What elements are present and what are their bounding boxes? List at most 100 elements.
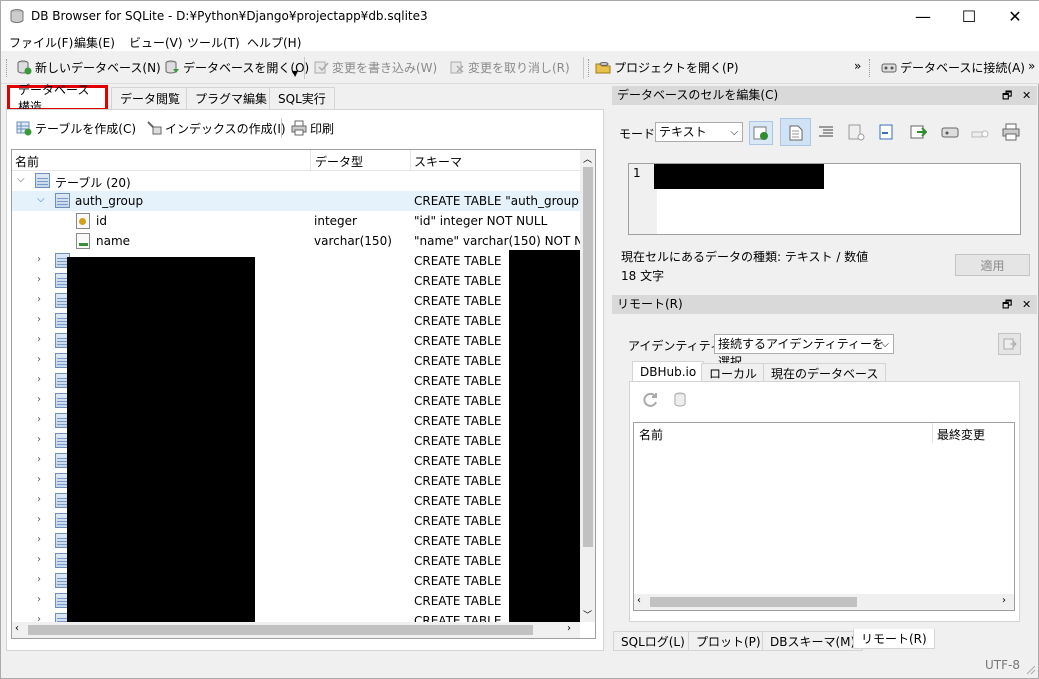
open-database-button[interactable]: データベースを開く(O) bbox=[164, 58, 309, 76]
new-database-button[interactable]: 新しいデータベース(N) bbox=[16, 58, 161, 76]
scroll-down-icon[interactable]: ﹀ bbox=[583, 608, 592, 621]
chevron-right-icon[interactable]: › bbox=[37, 514, 41, 525]
menu-edit[interactable]: 編集(E) bbox=[74, 34, 115, 51]
tab-edit-pragmas[interactable]: プラグマ編集 bbox=[186, 87, 277, 109]
open-project-button[interactable]: プロジェクトを開く(P) bbox=[595, 58, 739, 76]
revert-changes-button[interactable]: 変更を取り消し(R) bbox=[449, 58, 570, 76]
chevron-down-icon[interactable]: ⌵ bbox=[37, 194, 45, 205]
scrollbar-thumb[interactable] bbox=[650, 597, 857, 607]
create-index-button[interactable]: インデックスの作成(I) bbox=[146, 119, 286, 137]
toolbar-overflow-button[interactable]: » bbox=[854, 59, 861, 73]
schema-tree[interactable]: 名前 データ型 スキーマ ⌵ テーブル (20) ⌵ auth_group CR… bbox=[11, 149, 596, 639]
chevron-right-icon[interactable]: › bbox=[37, 554, 41, 565]
scrollbar-thumb[interactable] bbox=[28, 625, 533, 635]
toolbar-overflow-button-2[interactable]: » bbox=[1028, 59, 1035, 73]
menu-view[interactable]: ビュー(V) bbox=[129, 34, 183, 51]
chevron-right-icon[interactable]: › bbox=[37, 314, 41, 325]
tab-sql-log[interactable]: SQLログ(L) bbox=[613, 631, 693, 651]
tree-row-field[interactable]: name varchar(150) "name" varchar(150) NO… bbox=[12, 231, 592, 251]
tab-current-database[interactable]: 現在のデータベース bbox=[763, 363, 887, 383]
auto-switch-mode-button[interactable] bbox=[749, 121, 773, 145]
chevron-right-icon[interactable]: › bbox=[37, 354, 41, 365]
open-external-icon[interactable] bbox=[941, 123, 959, 141]
column-header-schema[interactable]: スキーマ bbox=[414, 153, 462, 170]
clone-button[interactable] bbox=[998, 333, 1021, 355]
column-header-last-modified[interactable]: 最終変更 bbox=[937, 426, 985, 443]
column-header-name[interactable]: 名前 bbox=[15, 153, 39, 170]
tab-dbhub[interactable]: DBHub.io bbox=[632, 361, 705, 381]
scroll-left-icon[interactable]: ‹ bbox=[637, 595, 641, 606]
write-changes-button[interactable]: 変更を書き込み(W) bbox=[313, 58, 437, 76]
tree-row-auth-group[interactable]: ⌵ auth_group CREATE TABLE "auth_group" bbox=[12, 191, 584, 211]
key-field-icon bbox=[76, 213, 90, 229]
table-schema: CREATE TABLE bbox=[414, 414, 502, 428]
printer-icon[interactable] bbox=[1002, 123, 1020, 141]
cell-editor[interactable]: 1 bbox=[628, 163, 1021, 235]
minimize-button[interactable]: — bbox=[900, 1, 946, 32]
chevron-right-icon[interactable]: › bbox=[37, 274, 41, 285]
apply-button[interactable]: 適用 bbox=[955, 254, 1030, 276]
refresh-icon[interactable] bbox=[641, 391, 659, 409]
column-header-name[interactable]: 名前 bbox=[639, 426, 663, 443]
chevron-right-icon[interactable]: › bbox=[37, 334, 41, 345]
close-icon[interactable]: ✕ bbox=[1022, 86, 1031, 105]
tab-db-schema[interactable]: DBスキーマ(M) bbox=[762, 631, 864, 651]
column-header-type[interactable]: データ型 bbox=[315, 153, 363, 170]
indent-icon[interactable] bbox=[818, 124, 834, 140]
print-button[interactable]: 印刷 bbox=[291, 119, 334, 137]
vertical-scrollbar[interactable]: ︿ ﹀ bbox=[580, 150, 595, 622]
word-wrap-button[interactable] bbox=[780, 118, 811, 146]
remote-file-list[interactable]: 名前 最終変更 ‹ › bbox=[633, 422, 1015, 611]
scrollbar-thumb[interactable] bbox=[583, 167, 593, 547]
chevron-right-icon[interactable]: › bbox=[37, 394, 41, 405]
float-icon[interactable]: 🗗 bbox=[1002, 86, 1012, 105]
scroll-right-icon[interactable]: › bbox=[1002, 595, 1006, 606]
chevron-right-icon[interactable]: › bbox=[37, 594, 41, 605]
import-icon[interactable] bbox=[878, 123, 896, 141]
close-button[interactable]: ✕ bbox=[992, 1, 1038, 32]
tree-row-tables[interactable]: ⌵ テーブル (20) bbox=[12, 171, 580, 191]
menu-help[interactable]: ヘルプ(H) bbox=[247, 34, 301, 51]
menu-file[interactable]: ファイル(F) bbox=[9, 34, 73, 51]
horizontal-scrollbar[interactable]: ‹ › bbox=[12, 622, 580, 638]
chevron-right-icon[interactable]: › bbox=[37, 574, 41, 585]
toolbar-grip[interactable] bbox=[588, 59, 591, 77]
open-dropdown-icon[interactable]: ▼ bbox=[292, 69, 298, 78]
chevron-right-icon[interactable]: › bbox=[37, 374, 41, 385]
scroll-right-icon[interactable]: › bbox=[567, 623, 571, 634]
chevron-right-icon[interactable]: › bbox=[37, 454, 41, 465]
menu-tools[interactable]: ツール(T) bbox=[187, 34, 240, 51]
close-icon[interactable]: ✕ bbox=[1022, 295, 1031, 314]
connect-database-button[interactable]: データベースに接続(A) bbox=[881, 58, 1025, 76]
resize-grip-icon[interactable] bbox=[1026, 665, 1036, 675]
scroll-left-icon[interactable]: ‹ bbox=[15, 623, 19, 634]
mode-select[interactable]: テキスト ⌵ bbox=[655, 122, 743, 142]
clone-database-icon[interactable] bbox=[672, 391, 690, 409]
toolbar-grip[interactable] bbox=[6, 59, 9, 77]
identity-select[interactable]: 接続するアイデンティティーを選択 ⌵ bbox=[714, 334, 894, 369]
scroll-up-icon[interactable]: ︿ bbox=[583, 152, 592, 165]
tab-local[interactable]: ローカル bbox=[701, 363, 766, 383]
chevron-right-icon[interactable]: › bbox=[37, 254, 41, 265]
chevron-right-icon[interactable]: › bbox=[37, 474, 41, 485]
tab-browse-data[interactable]: データ閲覧 bbox=[111, 87, 190, 109]
chevron-right-icon[interactable]: › bbox=[37, 414, 41, 425]
create-table-button[interactable]: テーブルを作成(C) bbox=[16, 119, 136, 137]
clear-icon[interactable] bbox=[971, 124, 989, 142]
chevron-down-icon[interactable]: ⌵ bbox=[17, 174, 25, 185]
tree-row-field[interactable]: id integer "id" integer NOT NULL bbox=[12, 211, 580, 231]
chevron-right-icon[interactable]: › bbox=[37, 494, 41, 505]
chevron-right-icon[interactable]: › bbox=[37, 534, 41, 545]
horizontal-scrollbar[interactable]: ‹ › bbox=[634, 594, 1014, 610]
chevron-right-icon[interactable]: › bbox=[37, 434, 41, 445]
tab-execute-sql[interactable]: SQL実行 bbox=[269, 87, 335, 109]
export-icon[interactable] bbox=[909, 123, 927, 141]
tab-database-structure[interactable]: データベース構造 bbox=[7, 83, 108, 114]
set-null-icon[interactable] bbox=[847, 123, 865, 141]
float-icon[interactable]: 🗗 bbox=[1002, 295, 1012, 314]
tab-plot[interactable]: プロット(P) bbox=[688, 631, 769, 651]
toolbar-grip[interactable] bbox=[869, 59, 872, 77]
maximize-button[interactable]: ☐ bbox=[946, 1, 992, 32]
tab-remote[interactable]: リモート(R) bbox=[853, 629, 935, 649]
chevron-right-icon[interactable]: › bbox=[37, 294, 41, 305]
